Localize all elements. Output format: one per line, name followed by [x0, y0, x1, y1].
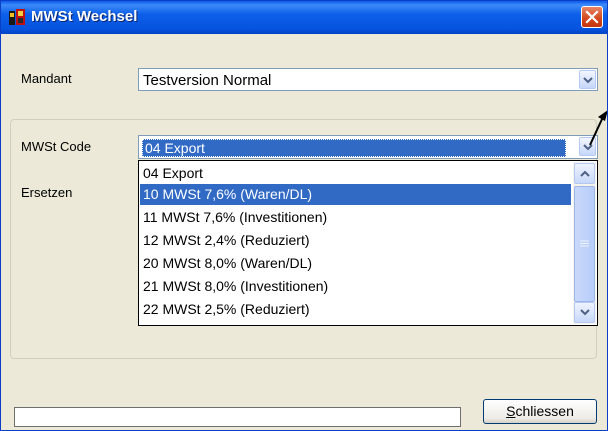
- close-window-button[interactable]: [581, 6, 603, 28]
- list-item[interactable]: 20 MWSt 8,0% (Waren/DL): [140, 253, 571, 274]
- list-item[interactable]: 10 MWSt 7,6% (Waren/DL): [140, 184, 571, 205]
- arrow-pointer-icon: [589, 110, 607, 146]
- scrollbar-thumb[interactable]: [574, 186, 595, 302]
- list-item[interactable]: 12 MWSt 2,4% (Reduziert): [140, 230, 571, 251]
- mwst-code-dropdown-list[interactable]: 04 Export 10 MWSt 7,6% (Waren/DL) 11 MWS…: [138, 160, 598, 326]
- mandant-value: Testversion Normal: [143, 72, 272, 89]
- progress-bar: [14, 407, 461, 427]
- close-icon: [585, 10, 599, 24]
- arrow-up-icon: [580, 170, 590, 177]
- mwst-code-label: MWSt Code: [21, 139, 92, 154]
- mwst-code-value: 04 Export: [142, 139, 566, 157]
- mandant-label: Mandant: [21, 71, 72, 86]
- dropdown-scrollbar[interactable]: [573, 162, 596, 324]
- list-item[interactable]: 22 MWSt 2,5% (Reduziert): [140, 299, 571, 320]
- ersetzen-label: Ersetzen: [21, 185, 73, 200]
- scroll-down-button[interactable]: [574, 302, 595, 323]
- app-icon: [9, 9, 25, 25]
- title-bar[interactable]: MWSt Wechsel: [1, 1, 607, 34]
- list-item[interactable]: 11 MWSt 7,6% (Investitionen): [140, 207, 571, 228]
- schliessen-label: chliessen: [515, 403, 574, 419]
- schliessen-button[interactable]: Schliessen: [483, 399, 597, 424]
- window-title: MWSt Wechsel: [31, 8, 138, 25]
- chevron-down-icon: [583, 77, 593, 84]
- list-item[interactable]: 21 MWSt 8,0% (Investitionen): [140, 276, 571, 297]
- mandant-select[interactable]: Testversion Normal: [138, 68, 598, 91]
- mandant-dropdown-button[interactable]: [579, 70, 596, 89]
- arrow-down-icon: [580, 309, 590, 316]
- grip-icon: [580, 240, 589, 247]
- scroll-up-button[interactable]: [574, 163, 595, 184]
- list-item[interactable]: 04 Export: [140, 163, 571, 184]
- mwst-code-select[interactable]: 04 Export: [138, 135, 598, 159]
- dialog-window: MWSt Wechsel Mandant Testversion Normal …: [0, 0, 608, 431]
